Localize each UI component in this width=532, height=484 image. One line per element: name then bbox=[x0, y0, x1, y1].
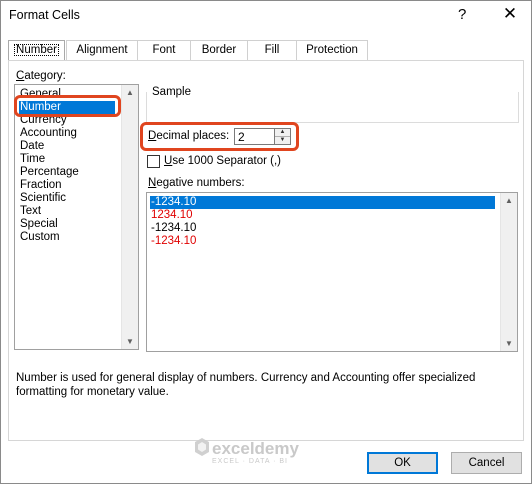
category-item[interactable]: Accounting bbox=[20, 127, 77, 140]
category-item[interactable]: Time bbox=[20, 153, 45, 166]
tab-fill[interactable]: Fill bbox=[247, 40, 297, 60]
watermark-name: exceldemy bbox=[212, 439, 299, 458]
scroll-up-icon[interactable]: ▲ bbox=[501, 196, 517, 205]
number-highlight-box bbox=[14, 95, 121, 117]
watermark-tagline: EXCEL · DATA · BI bbox=[212, 458, 288, 465]
tab-border[interactable]: Border bbox=[190, 40, 248, 60]
title-bar bbox=[1, 1, 531, 31]
scroll-down-icon[interactable]: ▼ bbox=[122, 337, 138, 346]
category-item[interactable]: Date bbox=[20, 140, 44, 153]
negative-format-item[interactable]: 1234.10 bbox=[151, 209, 193, 222]
dialog-title: Format Cells bbox=[9, 8, 80, 22]
negative-format-item[interactable]: -1234.10 bbox=[151, 235, 196, 248]
category-item[interactable]: Custom bbox=[20, 231, 60, 244]
tab-number[interactable]: Number bbox=[8, 40, 65, 60]
category-list[interactable]: General Number Currency Accounting Date … bbox=[14, 84, 139, 350]
category-item[interactable]: Fraction bbox=[20, 179, 62, 192]
help-icon[interactable]: ? bbox=[458, 6, 466, 23]
sample-group bbox=[146, 92, 519, 123]
negative-format-item-selected[interactable]: -1234.10 bbox=[150, 196, 495, 209]
tab-alignment[interactable]: Alignment bbox=[66, 40, 138, 60]
negative-numbers-scrollbar[interactable]: ▲ ▼ bbox=[500, 193, 517, 351]
negative-format-item[interactable]: -1234.10 bbox=[151, 222, 196, 235]
close-icon[interactable]: ✕ bbox=[500, 4, 520, 24]
category-item[interactable]: Scientific bbox=[20, 192, 66, 205]
negative-numbers-label: Negative numbers: bbox=[148, 177, 245, 189]
thousand-separator-checkbox[interactable] bbox=[147, 155, 160, 168]
exceldemy-logo-icon bbox=[195, 438, 209, 456]
tab-protection[interactable]: Protection bbox=[296, 40, 368, 60]
category-item[interactable]: Special bbox=[20, 218, 58, 231]
ok-button[interactable]: OK bbox=[367, 452, 438, 474]
category-description: Number is used for general display of nu… bbox=[16, 372, 476, 398]
tab-font[interactable]: Font bbox=[137, 40, 191, 60]
category-label-text: Category: bbox=[16, 70, 66, 82]
sample-legend: Sample bbox=[150, 86, 193, 98]
category-item[interactable]: Percentage bbox=[20, 166, 79, 179]
thousand-separator-label[interactable]: Use 1000 Separator (,) bbox=[164, 155, 281, 167]
category-scrollbar[interactable]: ▲ ▼ bbox=[121, 85, 138, 349]
category-item[interactable]: Text bbox=[20, 205, 41, 218]
category-label: Category: bbox=[16, 70, 66, 82]
cancel-button[interactable]: Cancel bbox=[451, 452, 522, 474]
negative-numbers-list[interactable]: -1234.10 1234.10 -1234.10 -1234.10 ▲ ▼ bbox=[146, 192, 518, 352]
scroll-down-icon[interactable]: ▼ bbox=[501, 339, 517, 348]
decimal-places-highlight-box bbox=[140, 122, 299, 151]
scroll-up-icon[interactable]: ▲ bbox=[122, 88, 138, 97]
